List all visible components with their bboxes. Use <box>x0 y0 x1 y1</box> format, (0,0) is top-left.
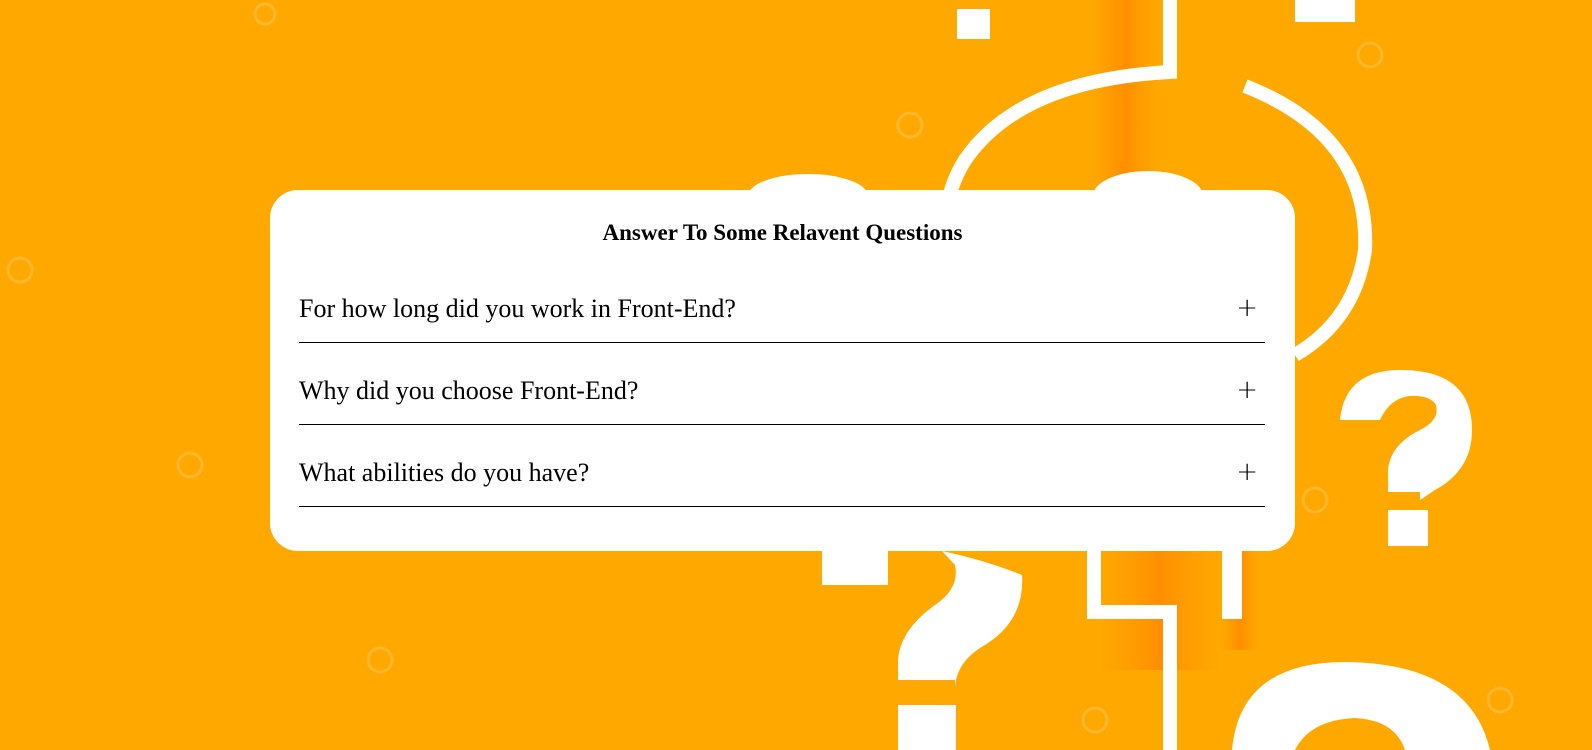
faq-title: Answer To Some Relavent Questions <box>602 220 963 245</box>
plus-icon[interactable]: + <box>1236 292 1258 324</box>
faq-item[interactable]: For how long did you work in Front-End? … <box>299 261 1265 343</box>
plus-icon[interactable]: + <box>1236 374 1258 406</box>
faq-item[interactable]: What abilities do you have? + <box>299 425 1265 507</box>
faq-question: For how long did you work in Front-End? <box>299 294 736 323</box>
plus-icon[interactable]: + <box>1236 456 1258 488</box>
faq-card: Answer To Some Relavent Questions For ho… <box>270 190 1295 551</box>
faq-question: What abilities do you have? <box>299 458 590 487</box>
faq-question: Why did you choose Front-End? <box>299 376 639 405</box>
faq-item[interactable]: Why did you choose Front-End? + <box>299 343 1265 425</box>
